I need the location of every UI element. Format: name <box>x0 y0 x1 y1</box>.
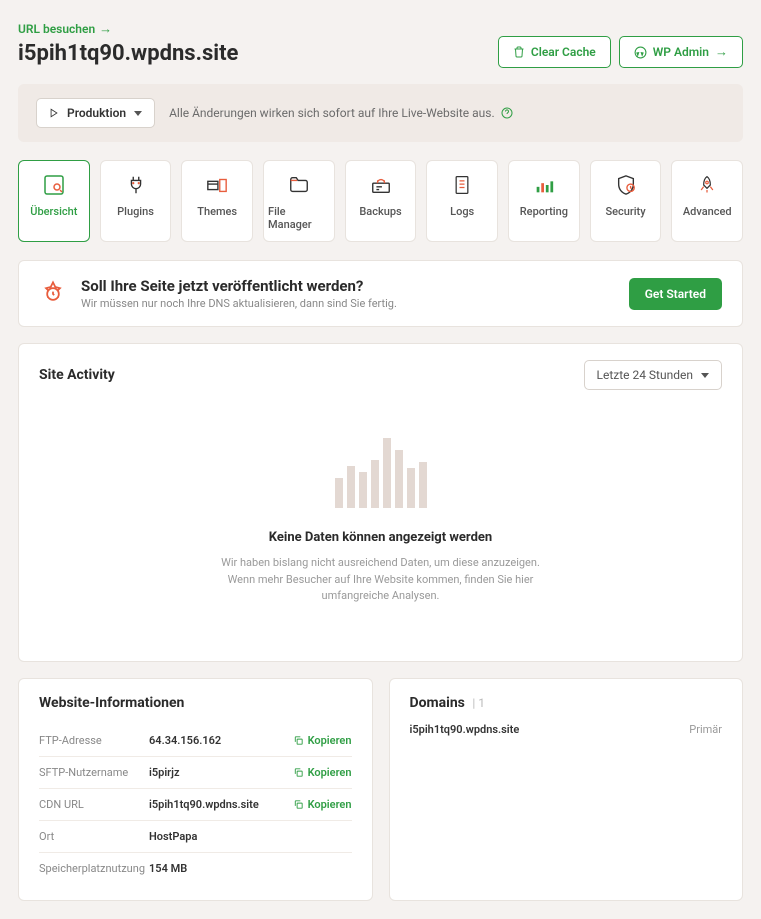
folder-icon <box>287 173 311 197</box>
info-value: 64.34.156.162 <box>149 734 293 747</box>
arrow-right-icon: → <box>99 21 112 37</box>
website-info-card: Website-Informationen FTP-Adresse64.34.1… <box>18 678 373 901</box>
tab-plugins[interactable]: Plugins <box>100 160 172 242</box>
site-title: i5pih1tq90.wpdns.site <box>18 41 238 66</box>
domain-row: i5pih1tq90.wpdns.site Primär <box>410 711 723 748</box>
tab-label: Plugins <box>117 205 154 218</box>
info-row: FTP-Adresse64.34.156.162Kopieren <box>39 725 352 757</box>
domains-count: | 1 <box>472 696 485 710</box>
notice-text: Alle Änderungen wirken sich sofort auf I… <box>169 106 495 120</box>
info-icon[interactable] <box>501 107 513 119</box>
publish-title: Soll Ihre Seite jetzt veröffentlicht wer… <box>81 277 397 295</box>
publish-card: Soll Ihre Seite jetzt veröffentlicht wer… <box>18 260 743 327</box>
info-value: i5pih1tq90.wpdns.site <box>149 798 293 811</box>
environment-notice: Produktion Alle Änderungen wirken sich s… <box>18 84 743 142</box>
tab-themes[interactable]: Themes <box>181 160 253 242</box>
info-value: i5pirjz <box>149 766 293 779</box>
themes-icon <box>204 173 230 197</box>
chart-icon <box>532 173 556 197</box>
empty-state-text: Wir haben bislang nicht ausreichend Date… <box>221 555 541 605</box>
info-title: Website-Informationen <box>39 695 352 711</box>
time-range-select[interactable]: Letzte 24 Stunden <box>584 360 723 390</box>
tab-overview[interactable]: Übersicht <box>18 160 90 242</box>
visit-url-text: URL besuchen <box>18 22 95 36</box>
info-row: OrtHostPapa <box>39 821 352 853</box>
environment-label: Produktion <box>67 106 126 120</box>
tab-label: Backups <box>359 205 401 218</box>
copy-button[interactable]: Kopieren <box>293 734 352 747</box>
publish-subtitle: Wir müssen nur noch Ihre DNS aktualisier… <box>81 297 397 310</box>
tab-label: Advanced <box>683 205 732 218</box>
rocket-icon <box>697 173 717 197</box>
clock-badge-icon <box>39 280 67 308</box>
play-icon <box>49 108 59 118</box>
copy-button[interactable]: Kopieren <box>293 766 352 779</box>
empty-state-title: Keine Daten können angezeigt werden <box>269 530 492 545</box>
info-label: SFTP-Nutzername <box>39 766 149 779</box>
tab-label: Themes <box>197 205 237 218</box>
visit-url-link[interactable]: URL besuchen → <box>18 21 112 37</box>
plugins-icon <box>125 173 147 197</box>
info-label: Ort <box>39 830 149 843</box>
domains-card: Domains | 1 i5pih1tq90.wpdns.site Primär <box>389 678 744 901</box>
copy-button[interactable]: Kopieren <box>293 798 352 811</box>
tab-label: File Manager <box>268 205 330 231</box>
chevron-down-icon <box>701 373 709 378</box>
tab-backups[interactable]: Backups <box>345 160 417 242</box>
wordpress-icon <box>634 46 647 59</box>
info-row: SFTP-Nutzernamei5pirjzKopieren <box>39 757 352 789</box>
info-row: CDN URLi5pih1tq90.wpdns.siteKopieren <box>39 789 352 821</box>
tab-label: Übersicht <box>30 205 77 218</box>
tab-security[interactable]: Security <box>590 160 662 242</box>
info-label: FTP-Adresse <box>39 734 149 747</box>
overview-icon <box>41 173 67 197</box>
time-range-label: Letzte 24 Stunden <box>597 368 694 382</box>
wp-admin-label: WP Admin <box>653 45 709 59</box>
domains-title: Domains <box>410 695 465 711</box>
shield-icon <box>615 173 637 197</box>
wp-admin-button[interactable]: WP Admin → <box>619 36 743 68</box>
arrow-right-icon: → <box>715 44 728 60</box>
clear-cache-button[interactable]: Clear Cache <box>498 36 611 68</box>
tab-label: Reporting <box>520 205 568 218</box>
site-activity-card: Site Activity Letzte 24 Stunden Keine Da… <box>18 343 743 662</box>
info-value: HostPapa <box>149 830 352 843</box>
chevron-down-icon <box>134 111 142 116</box>
info-label: Speicherplatznutzung <box>39 862 149 875</box>
backup-icon <box>368 173 394 197</box>
get-started-button[interactable]: Get Started <box>629 278 722 310</box>
info-label: CDN URL <box>39 798 149 811</box>
tab-advanced[interactable]: Advanced <box>671 160 743 242</box>
info-value: 154 MB <box>149 862 352 875</box>
trash-icon <box>513 46 525 58</box>
clear-cache-label: Clear Cache <box>531 45 596 59</box>
tab-label: Logs <box>450 205 474 218</box>
tab-label: Security <box>605 205 645 218</box>
tab-bar: Übersicht Plugins Themes File Manager Ba… <box>18 160 743 242</box>
tab-logs[interactable]: Logs <box>426 160 498 242</box>
tab-reporting[interactable]: Reporting <box>508 160 580 242</box>
empty-chart-icon <box>335 438 427 508</box>
tab-file-manager[interactable]: File Manager <box>263 160 335 242</box>
domain-name: i5pih1tq90.wpdns.site <box>410 723 520 736</box>
environment-select[interactable]: Produktion <box>36 98 155 128</box>
logs-icon <box>452 173 472 197</box>
info-row: Speicherplatznutzung154 MB <box>39 853 352 884</box>
domain-tag: Primär <box>689 723 722 736</box>
activity-title: Site Activity <box>39 367 115 383</box>
